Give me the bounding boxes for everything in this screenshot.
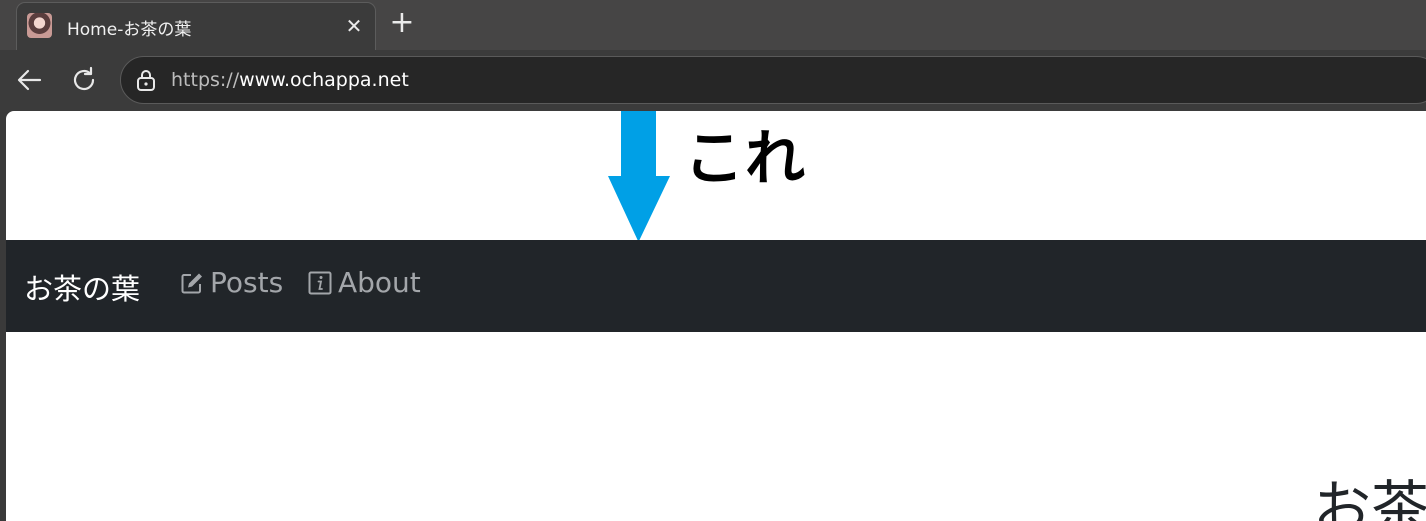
- tab-strip: Home-お茶の葉 ✕ +: [0, 0, 1426, 50]
- nav-link-posts[interactable]: Posts: [180, 269, 283, 297]
- page-heading: お茶の葉: [1313, 474, 1426, 521]
- new-tab-button[interactable]: +: [386, 8, 418, 40]
- nav-link-about[interactable]: About: [308, 269, 421, 297]
- site-navbar: お茶の葉 Posts About: [6, 240, 1426, 332]
- nav-link-label: Posts: [210, 266, 284, 299]
- close-icon[interactable]: ✕: [341, 13, 367, 39]
- annotation-label: これ: [684, 124, 806, 194]
- lock-icon[interactable]: [135, 68, 157, 92]
- browser-tab[interactable]: Home-お茶の葉 ✕: [16, 2, 376, 50]
- arrow-left-icon: [17, 69, 42, 91]
- info-square-icon: [308, 271, 332, 295]
- back-button[interactable]: [12, 62, 48, 98]
- page-viewport: これ お茶の葉 Posts About お茶の葉: [6, 111, 1426, 521]
- site-favicon-icon: [27, 13, 52, 38]
- nav-link-label: About: [338, 266, 421, 299]
- annotation-arrow-down-icon: [608, 111, 670, 242]
- url-scheme: https://: [171, 69, 240, 91]
- url-text: https://www.ochappa.net: [171, 69, 409, 91]
- tab-title: Home-お茶の葉: [67, 20, 192, 40]
- navbar-brand[interactable]: お茶の葉: [24, 266, 140, 308]
- reload-icon: [73, 66, 95, 91]
- pencil-square-icon: [181, 273, 202, 294]
- reload-button[interactable]: [66, 62, 102, 98]
- browser-toolbar: https://www.ochappa.net: [0, 50, 1426, 112]
- address-bar[interactable]: https://www.ochappa.net: [120, 56, 1426, 104]
- url-host: www.ochappa.net: [239, 69, 409, 91]
